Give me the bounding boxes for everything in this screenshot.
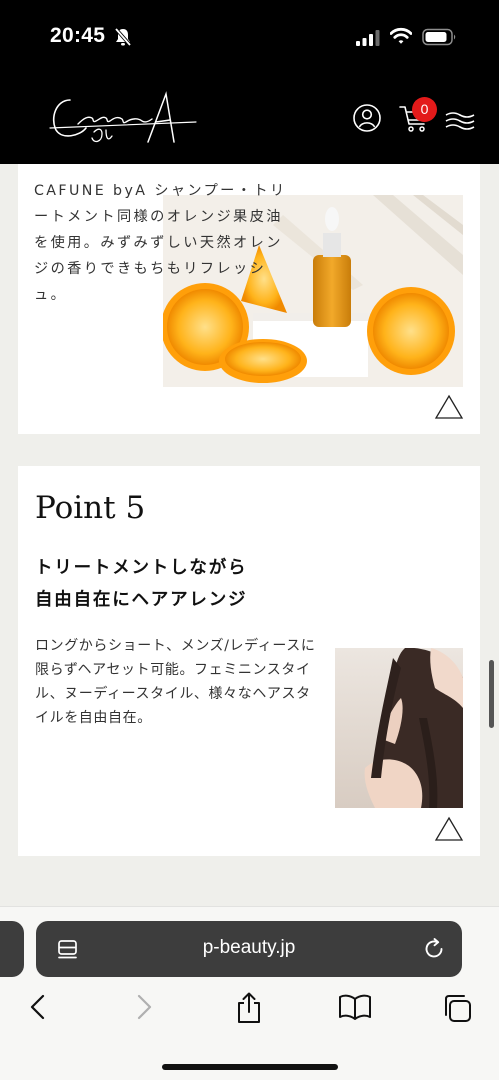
subheading-line-1: トリートメントしながら — [35, 558, 248, 578]
status-bar: 20:45 — [0, 0, 499, 74]
url-text[interactable]: p-beauty.jp — [36, 937, 462, 959]
browser-toolbar: p-beauty.jp — [0, 906, 499, 1080]
subheading-line-2: 自由自在にヘアアレンジ — [35, 590, 248, 610]
triangle-icon — [434, 816, 464, 841]
cellular-signal-icon — [356, 30, 380, 46]
tabs-icon[interactable] — [442, 993, 474, 1023]
account-icon[interactable] — [352, 103, 382, 133]
back-icon[interactable] — [28, 993, 48, 1021]
point-description: ロングからショート、メンズ/レディースに限らずヘアセット可能。フェミニンスタイル… — [35, 638, 316, 726]
status-time: 20:45 — [50, 24, 106, 47]
site-header: 0 — [0, 74, 499, 164]
share-icon[interactable] — [234, 991, 264, 1025]
wifi-icon — [390, 27, 412, 44]
menu-icon[interactable] — [444, 110, 476, 130]
previous-tab-preview[interactable] — [0, 921, 24, 977]
bell-muted-icon — [114, 27, 132, 47]
feature-card-orange: CAFUNE byA シャンプー・トリートメント同様のオレンジ果皮油を使用。みず… — [18, 164, 480, 434]
feature-description: CAFUNE byA シャンプー・トリートメント同様のオレンジ果皮油を使用。みず… — [34, 183, 287, 303]
triangle-icon — [434, 394, 464, 419]
long-hair-woman-photo — [335, 648, 463, 808]
feature-card-point5: Point 5 トリートメントしながら 自由自在にヘアアレンジ ロングからショー… — [18, 466, 480, 856]
address-bar[interactable]: p-beauty.jp — [36, 921, 462, 977]
scrollbar[interactable] — [489, 660, 494, 728]
cafune-logo[interactable] — [48, 88, 198, 152]
point-heading: Point 5 — [35, 490, 146, 526]
reload-icon[interactable] — [422, 937, 446, 961]
battery-icon — [422, 28, 456, 46]
cart-count-badge: 0 — [412, 97, 437, 122]
point-subheading: トリートメントしながら 自由自在にヘアアレンジ — [35, 552, 247, 616]
home-indicator — [162, 1064, 338, 1070]
bookmarks-icon[interactable] — [338, 993, 372, 1021]
forward-icon[interactable] — [134, 993, 154, 1021]
